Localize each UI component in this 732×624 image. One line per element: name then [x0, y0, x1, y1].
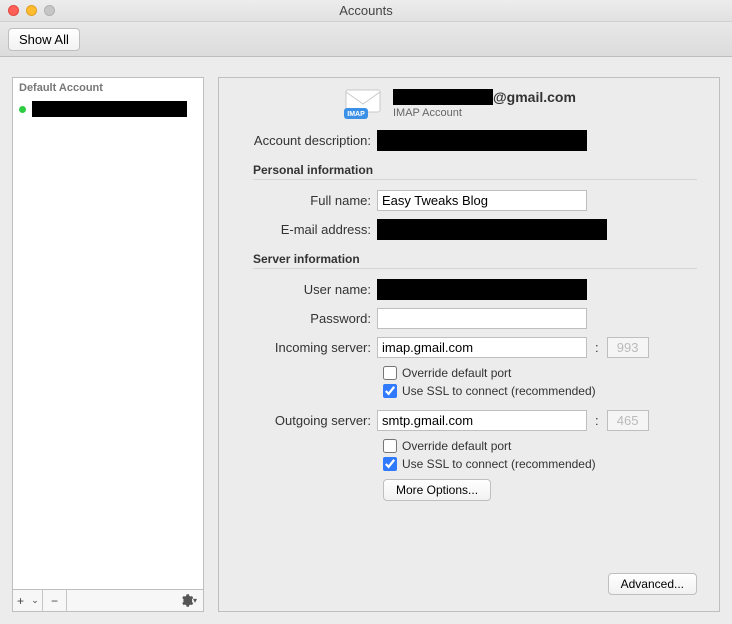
outgoing-port-input — [607, 410, 649, 431]
outgoing-server-label: Outgoing server: — [227, 413, 377, 428]
incoming-override-port-checkbox[interactable] — [383, 366, 397, 380]
sidebar-section-header: Default Account — [13, 78, 203, 98]
account-settings-button[interactable]: ▾ — [173, 593, 203, 608]
account-email-title: @gmail.com — [393, 89, 576, 105]
colon-separator: : — [587, 340, 607, 355]
minimize-window-button[interactable] — [26, 5, 37, 16]
override-port-label: Override default port — [402, 366, 511, 380]
add-account-button[interactable]: + — [13, 590, 28, 611]
titlebar: Accounts — [0, 0, 732, 22]
sidebar-footer: + ⌄ − ▾ — [12, 590, 204, 612]
full-name-label: Full name: — [227, 193, 377, 208]
outgoing-server-input[interactable] — [377, 410, 587, 431]
add-account-menu-button[interactable]: ⌄ — [28, 590, 43, 611]
incoming-server-label: Incoming server: — [227, 340, 377, 355]
account-type-label: IMAP Account — [393, 107, 576, 119]
email-input-redacted[interactable] — [377, 219, 607, 240]
outgoing-ssl-checkbox[interactable] — [383, 457, 397, 471]
outgoing-override-port-checkbox[interactable] — [383, 439, 397, 453]
list-item[interactable] — [13, 98, 203, 120]
account-name-redacted — [32, 101, 187, 117]
personal-section-header: Personal information — [253, 163, 697, 180]
mail-icon: IMAP — [343, 86, 383, 122]
use-ssl-label: Use SSL to connect (recommended) — [402, 384, 596, 398]
password-label: Password: — [227, 311, 377, 326]
sidebar: Default Account + ⌄ − ▾ — [12, 77, 204, 612]
close-window-button[interactable] — [8, 5, 19, 16]
incoming-server-input[interactable] — [377, 337, 587, 358]
user-name-input-redacted[interactable] — [377, 279, 587, 300]
remove-account-button[interactable]: − — [43, 590, 67, 611]
server-section-header: Server information — [253, 252, 697, 269]
description-input-redacted[interactable] — [377, 130, 587, 151]
password-input[interactable] — [377, 308, 587, 329]
full-name-input[interactable] — [377, 190, 587, 211]
window-title: Accounts — [339, 3, 392, 18]
chevron-down-icon: ▾ — [193, 596, 197, 605]
incoming-ssl-checkbox[interactable] — [383, 384, 397, 398]
gear-icon — [179, 593, 194, 608]
status-dot-icon — [19, 106, 26, 113]
account-email-redacted — [393, 89, 493, 105]
svg-text:IMAP: IMAP — [347, 111, 365, 118]
toolbar: Show All — [0, 22, 732, 57]
colon-separator: : — [587, 413, 607, 428]
zoom-window-button[interactable] — [44, 5, 55, 16]
use-ssl-label: Use SSL to connect (recommended) — [402, 457, 596, 471]
traffic-lights — [8, 5, 55, 16]
email-label: E-mail address: — [227, 222, 377, 237]
override-port-label: Override default port — [402, 439, 511, 453]
incoming-port-input — [607, 337, 649, 358]
account-list[interactable]: Default Account — [12, 77, 204, 590]
description-label: Account description: — [227, 133, 377, 148]
more-options-button[interactable]: More Options... — [383, 479, 491, 501]
user-name-label: User name: — [227, 282, 377, 297]
advanced-button[interactable]: Advanced... — [608, 573, 697, 595]
account-detail-panel: IMAP @gmail.com IMAP Account Account des… — [218, 77, 720, 612]
show-all-button[interactable]: Show All — [8, 28, 80, 51]
